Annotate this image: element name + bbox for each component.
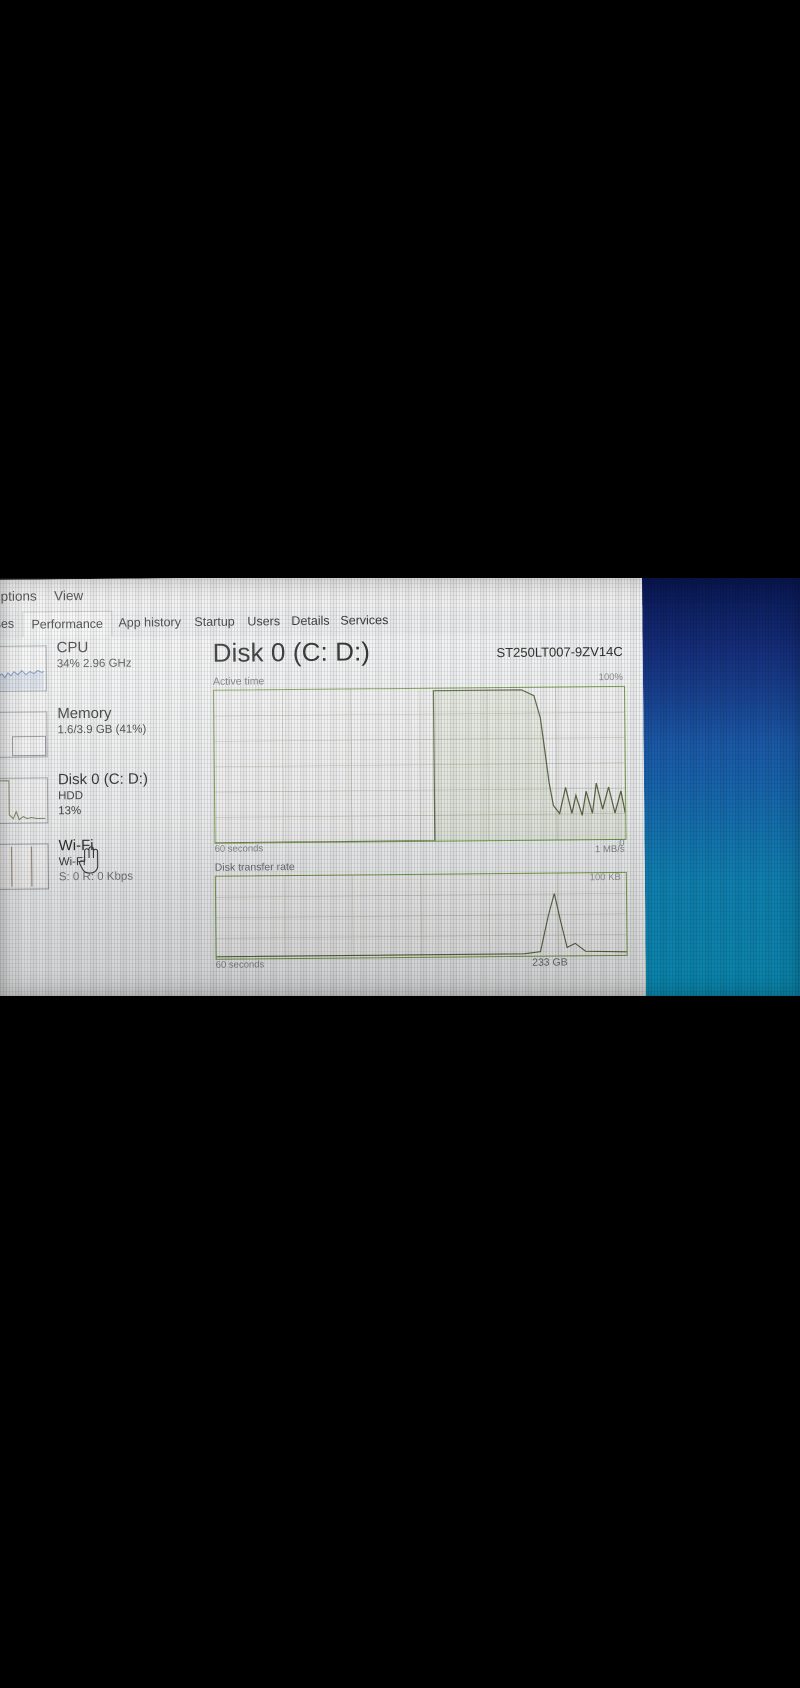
- wifi-sparkline: [11, 846, 33, 887]
- performance-detail-pane: Disk 0 (C: D:) ST250LT007-9ZV14C Active …: [205, 632, 628, 996]
- mouse-cursor-hand-icon: [79, 846, 99, 874]
- desktop-wallpaper: [637, 578, 800, 996]
- disk-transfer-rate-label: Disk transfer rate: [214, 861, 295, 874]
- disk-transfer-max-label: 1 MB/s: [594, 843, 625, 856]
- active-time-label: Active time: [212, 675, 265, 688]
- photo-frame: Options View sses Performance App histor…: [0, 0, 800, 1688]
- wifi-thumbnail-graph: [0, 843, 49, 890]
- performance-sidebar: CPU 34% 2.96 GHz Memory 1.6/3.9 GB (41%)…: [0, 636, 198, 996]
- disk-sparkline: [0, 780, 46, 821]
- disk-capacity-label: 233 GB: [532, 956, 568, 969]
- task-manager-body: CPU 34% 2.96 GHz Memory 1.6/3.9 GB (41%)…: [0, 631, 647, 996]
- tab-services[interactable]: Services: [332, 608, 396, 634]
- disk-transfer-graph: [214, 871, 628, 960]
- disk-transfer-plot: [216, 873, 627, 959]
- sidebar-memory-text: Memory 1.6/3.9 GB (41%): [57, 704, 146, 738]
- sidebar-item-cpu[interactable]: CPU 34% 2.96 GHz: [0, 639, 195, 704]
- task-manager-window[interactable]: Options View sses Performance App histor…: [0, 578, 647, 996]
- active-time-xaxis-left: 60 seconds: [214, 843, 264, 855]
- sidebar-item-disk0[interactable]: Disk 0 (C: D:) HDD 13%: [0, 770, 196, 836]
- active-time-plot: [214, 687, 626, 843]
- menu-item-options[interactable]: Options: [0, 588, 37, 603]
- menu-item-view[interactable]: View: [54, 588, 83, 603]
- sidebar-item-memory[interactable]: Memory 1.6/3.9 GB (41%): [0, 704, 196, 770]
- disk-model-label: ST250LT007-9ZV14C: [496, 643, 623, 661]
- tab-users[interactable]: Users: [239, 609, 288, 634]
- active-time-graph: [213, 685, 627, 844]
- tab-app-history[interactable]: App history: [110, 610, 189, 636]
- sidebar-cpu-text: CPU 34% 2.96 GHz: [57, 639, 132, 673]
- memory-thumbnail-graph: [0, 711, 48, 758]
- memory-sparkline: [11, 735, 47, 757]
- tab-startup[interactable]: Startup: [186, 610, 243, 636]
- tab-details[interactable]: Details: [283, 609, 337, 635]
- sidebar-memory-sub: 1.6/3.9 GB (41%): [57, 723, 147, 737]
- sidebar-disk-sub2: 13%: [58, 805, 82, 818]
- page-title: Disk 0 (C: D:): [212, 636, 371, 668]
- cpu-thumbnail-graph: [0, 645, 48, 692]
- sidebar-cpu-sub: 34% 2.96 GHz: [56, 657, 132, 671]
- disk-transfer-xaxis-left: 60 seconds: [215, 959, 265, 971]
- disk-thumbnail-graph: [0, 777, 49, 824]
- sidebar-disk-sub1: HDD: [58, 790, 84, 803]
- active-time-max-label: 100%: [598, 671, 624, 684]
- sidebar-cpu-title: CPU: [56, 639, 89, 657]
- sidebar-memory-title: Memory: [57, 704, 112, 723]
- cpu-sparkline: [0, 669, 45, 690]
- sidebar-disk-text: Disk 0 (C: D:) HDD 13%: [58, 770, 148, 819]
- photographed-screen: Options View sses Performance App histor…: [0, 578, 800, 996]
- laptop-screen: Options View sses Performance App histor…: [0, 578, 800, 996]
- sidebar-disk-title: Disk 0 (C: D:): [57, 770, 148, 789]
- tab-performance[interactable]: Performance: [22, 610, 113, 638]
- tab-processes[interactable]: sses: [0, 612, 22, 637]
